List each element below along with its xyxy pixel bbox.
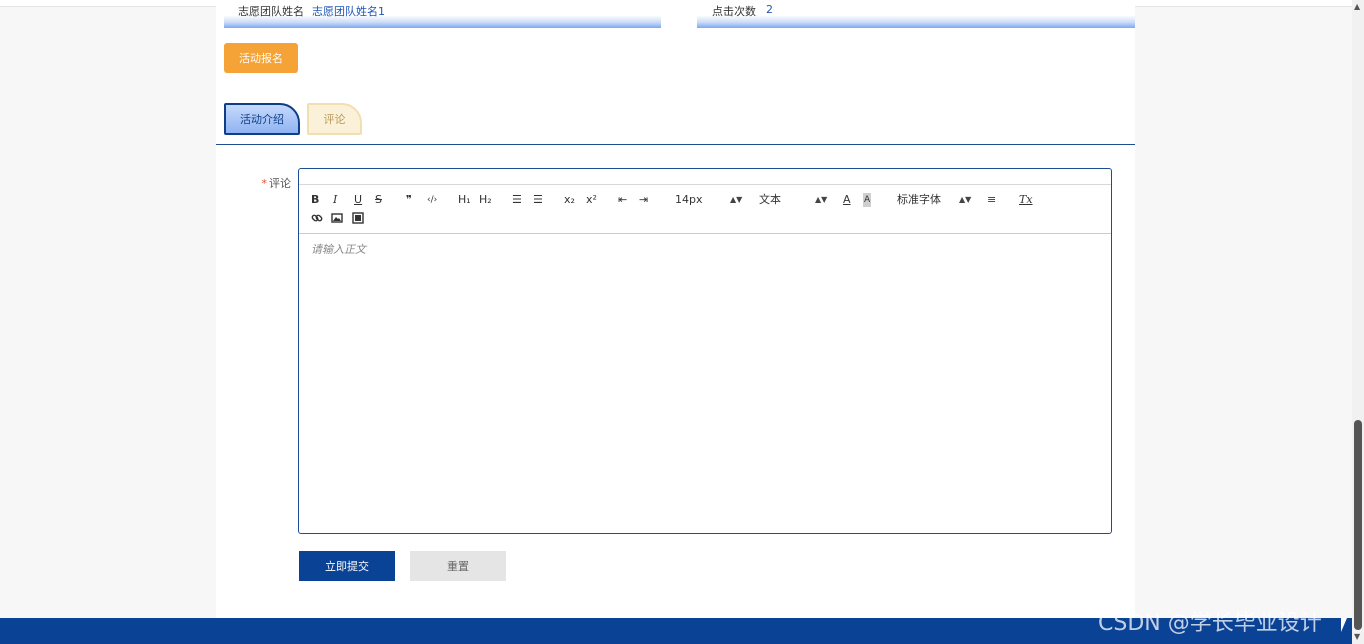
editor-placeholder: 请输入正文 <box>311 243 366 256</box>
scroll-down-icon[interactable]: ▼ <box>1354 632 1360 641</box>
header-select-arrow-icon: ▲▼ <box>815 195 828 204</box>
ordered-list-icon[interactable]: ☰ <box>512 193 522 207</box>
info-row-clicks: 点击次数 2 <box>697 0 1135 28</box>
team-label: 志愿团队姓名 <box>238 5 304 18</box>
submit-button[interactable]: 立即提交 <box>299 551 395 581</box>
mouse-cursor-icon <box>1341 618 1347 632</box>
watermark: CSDN @学长毕业设计 <box>1098 611 1322 636</box>
tab-comment[interactable]: 评论 <box>307 103 362 135</box>
outdent-icon[interactable]: ⇤ <box>618 193 627 207</box>
editor-toolbar: B I U S ❞ ‹/› H₁ H₂ ☰ ☰ x₂ x² ⇤ ⇥ 14px ▲… <box>299 185 1111 234</box>
team-value: 志愿团队姓名1 <box>312 5 385 18</box>
size-select[interactable]: 14px <box>675 193 703 207</box>
h2-icon[interactable]: H₂ <box>479 193 492 207</box>
font-select-arrow-icon: ▲▼ <box>959 195 972 204</box>
comment-label-text: 评论 <box>269 177 291 190</box>
code-icon[interactable]: ‹/› <box>427 193 437 207</box>
italic-icon[interactable]: I <box>333 193 337 207</box>
align-icon[interactable]: ≡ <box>987 193 996 207</box>
underline-icon[interactable]: U <box>354 193 362 207</box>
clicks-value: 2 <box>766 3 773 16</box>
font-select[interactable]: 标准字体 <box>897 193 941 207</box>
bullet-list-icon[interactable]: ☰ <box>533 193 543 207</box>
size-select-arrow-icon: ▲▼ <box>730 195 743 204</box>
tab-divider <box>216 144 1135 145</box>
scroll-up-icon[interactable]: ▲ <box>1354 2 1360 11</box>
comment-label: * 评论 <box>250 175 292 191</box>
indent-icon[interactable]: ⇥ <box>639 193 648 207</box>
quote-icon[interactable]: ❞ <box>406 193 412 207</box>
clean-icon[interactable]: Tx <box>1019 193 1033 207</box>
clicks-label: 点击次数 <box>712 5 756 18</box>
signup-button[interactable]: 活动报名 <box>224 43 298 73</box>
rich-text-editor[interactable]: B I U S ❞ ‹/› H₁ H₂ ☰ ☰ x₂ x² ⇤ ⇥ 14px ▲… <box>298 168 1112 534</box>
video-icon[interactable] <box>352 212 364 224</box>
strike-icon[interactable]: S <box>375 193 382 207</box>
tab-intro[interactable]: 活动介绍 <box>224 103 300 135</box>
color-icon[interactable]: A <box>843 193 851 207</box>
reset-button[interactable]: 重置 <box>410 551 506 581</box>
image-icon[interactable] <box>331 212 343 224</box>
info-row-team: 志愿团队姓名 志愿团队姓名1 <box>224 0 661 28</box>
header-select[interactable]: 文本 <box>759 193 781 207</box>
link-icon[interactable] <box>311 212 323 224</box>
required-mark: * <box>261 177 268 190</box>
superscript-icon[interactable]: x² <box>586 193 597 207</box>
bold-icon[interactable]: B <box>311 193 319 207</box>
background-icon[interactable]: A <box>863 193 872 207</box>
scrollbar-thumb[interactable] <box>1354 420 1362 630</box>
subscript-icon[interactable]: x₂ <box>564 193 575 207</box>
h1-icon[interactable]: H₁ <box>458 193 471 207</box>
